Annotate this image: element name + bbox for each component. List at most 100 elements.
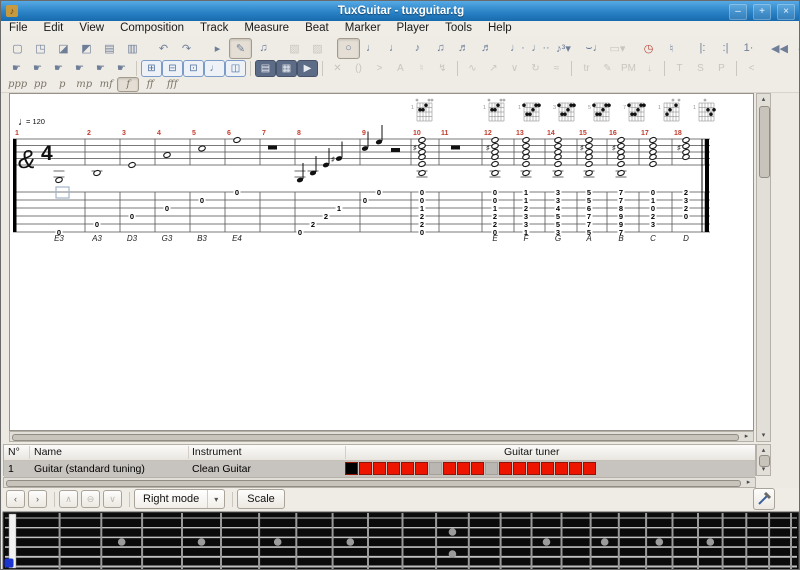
dynamic-p[interactable]: p — [51, 77, 73, 92]
print-preview-icon[interactable]: ▥ — [121, 38, 144, 59]
score-vertical-scrollbar[interactable]: ▴ ▾ — [756, 93, 771, 442]
fretboard[interactable] — [1, 511, 800, 570]
duration-button[interactable]: ⊖ — [81, 490, 100, 508]
vibrato-effect-icon[interactable]: ∿ — [462, 60, 483, 77]
tuplet-icon[interactable]: ♪³▾ — [552, 38, 575, 59]
tied-note-icon[interactable]: ⌣♩ — [583, 38, 606, 59]
heavy-accent-icon[interactable]: A — [390, 60, 411, 77]
track-table-vertical-scrollbar[interactable]: ▴ ▾ — [756, 444, 771, 476]
metronome-icon[interactable]: ◷ — [637, 38, 660, 59]
fretboard-settings-button[interactable] — [753, 488, 775, 510]
trill-icon[interactable]: tr — [576, 60, 597, 77]
layout-multitrack-icon[interactable]: ⊡ — [183, 60, 204, 77]
clipboard-icon[interactable]: ▨ — [306, 38, 329, 59]
tremolo-bar-icon[interactable]: ∨ — [504, 60, 525, 77]
duration-whole-icon[interactable]: ○ — [337, 38, 360, 59]
hand-mode-select[interactable]: Right mode ▾ — [134, 489, 225, 509]
palm-mute-icon[interactable]: PM — [618, 60, 639, 77]
pickstroke-icon[interactable]: ☛ — [48, 60, 69, 77]
dynamic-mf[interactable]: mf — [95, 77, 117, 92]
string-down-button[interactable]: ∨ — [103, 490, 122, 508]
dynamic-mp[interactable]: mp — [73, 77, 95, 92]
score-canvas[interactable]: 123456789101112131415161718♩= 120&40E30A… — [9, 93, 754, 431]
menu-track[interactable]: Track — [192, 21, 236, 36]
vibrato-icon[interactable]: ☛ — [90, 60, 111, 77]
transport-previous-icon[interactable]: ◀ — [791, 38, 800, 59]
menu-player[interactable]: Player — [389, 21, 438, 36]
stroke-up-icon[interactable]: ☛ — [6, 60, 27, 77]
redo-icon[interactable]: ↷ — [175, 38, 198, 59]
edit-mode-icon[interactable]: ✎ — [229, 38, 252, 59]
hammer-on-icon[interactable]: ✎ — [597, 60, 618, 77]
string-up-button[interactable]: ∧ — [59, 490, 78, 508]
track-row[interactable]: 1Guitar (standard tuning)Clean Guitar — [4, 461, 755, 477]
dynamic-ppp[interactable]: ppp — [6, 77, 29, 92]
fretboard-scroll-left-button[interactable]: ‹ — [6, 490, 25, 508]
open-file-icon[interactable]: ◳ — [29, 38, 52, 59]
save-as-icon[interactable]: ◩ — [75, 38, 98, 59]
mixer-icon[interactable]: ▦ — [276, 60, 297, 77]
track-table[interactable]: N°NameInstrumentGuitar tuner 1Guitar (st… — [3, 444, 756, 476]
ghostnote-icon[interactable]: () — [348, 60, 369, 77]
paste-icon[interactable]: ▧ — [283, 38, 306, 59]
menu-view[interactable]: View — [71, 21, 112, 36]
legato-icon[interactable]: ☛ — [69, 60, 90, 77]
menu-composition[interactable]: Composition — [112, 21, 192, 36]
save-icon[interactable]: ◪ — [52, 38, 75, 59]
layout-compact-icon[interactable]: ◫ — [225, 60, 246, 77]
voice-icon[interactable]: ♫ — [252, 38, 275, 59]
double-dotted-icon[interactable]: ♩·· — [529, 38, 552, 59]
harmonic-icon[interactable]: ♮ — [411, 60, 432, 77]
deadnote-icon[interactable]: ☛ — [111, 60, 132, 77]
duration-quarter-icon[interactable]: ♩ — [383, 38, 406, 59]
menu-file[interactable]: File — [1, 21, 36, 36]
menu-tools[interactable]: Tools — [437, 21, 480, 36]
maximize-button[interactable]: + — [753, 4, 771, 20]
menu-edit[interactable]: Edit — [36, 21, 72, 36]
tapping-icon[interactable]: T — [669, 60, 690, 77]
popping-icon[interactable]: P — [711, 60, 732, 77]
player-icon[interactable]: ▶ — [297, 60, 318, 77]
caret-mode-icon[interactable]: ▸ — [206, 38, 229, 59]
dynamic-f[interactable]: f — [117, 77, 139, 92]
layout-page-icon[interactable]: ⊞ — [141, 60, 162, 77]
transport-first-icon[interactable]: ◀◀ — [768, 38, 791, 59]
fadein-icon[interactable]: < — [741, 60, 762, 77]
gracenote-icon[interactable]: ↯ — [432, 60, 453, 77]
triplet-feel-icon[interactable]: ♮ — [660, 38, 683, 59]
repeat-open-icon[interactable]: |: — [691, 38, 714, 59]
repeat-alternative-icon[interactable]: 1· — [737, 38, 760, 59]
fretboard-scroll-right-button[interactable]: › — [28, 490, 47, 508]
slapping-icon[interactable]: S — [690, 60, 711, 77]
slide-icon[interactable]: ↻ — [525, 60, 546, 77]
repeat-close-icon[interactable]: :| — [714, 38, 737, 59]
close-button[interactable]: × — [777, 4, 795, 20]
duration-sixtyfourth-icon[interactable]: ♬ — [475, 38, 498, 59]
dotted-note-icon[interactable]: ♩· — [506, 38, 529, 59]
menu-beat[interactable]: Beat — [297, 21, 337, 36]
menu-marker[interactable]: Marker — [337, 21, 389, 36]
accent-icon[interactable]: > — [369, 60, 390, 77]
new-file-icon[interactable]: ▢ — [6, 38, 29, 59]
duration-eighth-icon[interactable]: ♪ — [406, 38, 429, 59]
bend-icon[interactable]: ↗ — [483, 60, 504, 77]
deadnote-effect-icon[interactable]: ✕ — [327, 60, 348, 77]
instrument-tuner-icon[interactable]: ▤ — [255, 60, 276, 77]
dynamic-pp[interactable]: pp — [29, 77, 51, 92]
note-combo-icon[interactable]: ▭▾ — [606, 38, 629, 59]
undo-icon[interactable]: ↶ — [152, 38, 175, 59]
duration-thirtysecond-icon[interactable]: ♬ — [452, 38, 475, 59]
staccato-icon[interactable]: ↓ — [639, 60, 660, 77]
layout-linear-icon[interactable]: ⊟ — [162, 60, 183, 77]
title-bar[interactable]: ♪ TuxGuitar - tuxguitar.tg – + × — [1, 1, 800, 21]
trill-wave-icon[interactable]: ≈ — [546, 60, 567, 77]
menu-measure[interactable]: Measure — [236, 21, 297, 36]
minimize-button[interactable]: – — [729, 4, 747, 20]
layout-score-icon[interactable]: ♩ — [204, 60, 225, 77]
dynamic-ff[interactable]: ff — [139, 77, 161, 92]
stroke-down-icon[interactable]: ☛ — [27, 60, 48, 77]
scale-button[interactable]: Scale — [237, 489, 285, 509]
score-svg[interactable]: 123456789101112131415161718♩= 120&40E30A… — [10, 94, 753, 430]
duration-sixteenth-icon[interactable]: ♫ — [429, 38, 452, 59]
fretboard-svg[interactable] — [1, 511, 800, 570]
